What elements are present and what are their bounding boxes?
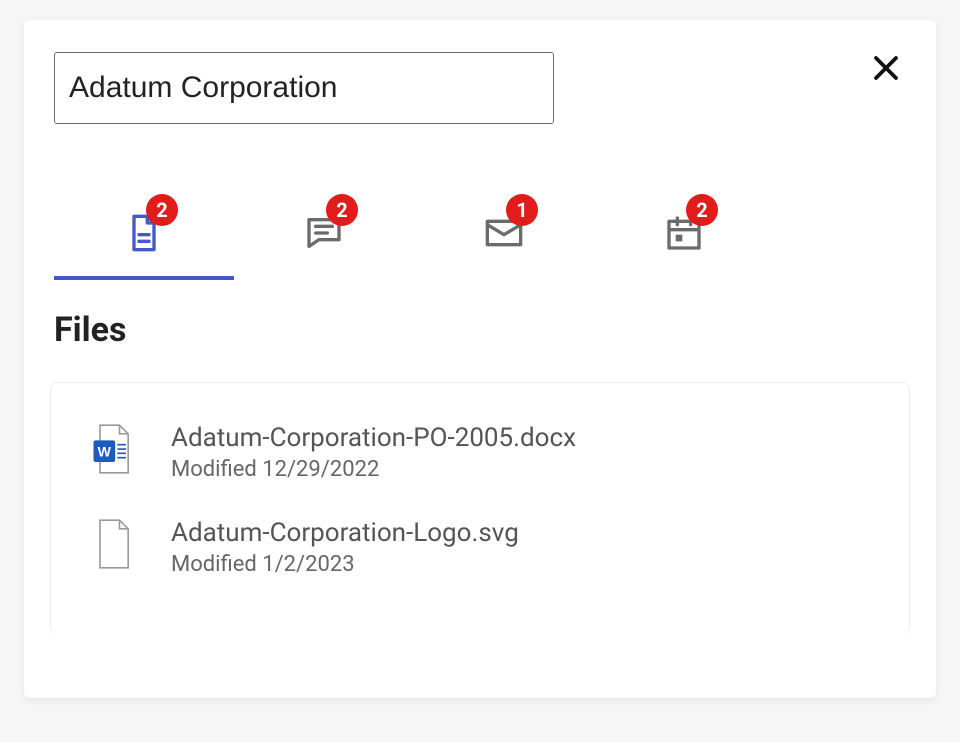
section-title: Files: [54, 310, 906, 350]
tab-mail-badge: 1: [506, 194, 538, 226]
file-meta: Adatum-Corporation-PO-2005.docx Modified…: [171, 423, 576, 482]
search-input[interactable]: [54, 52, 554, 124]
file-name: Adatum-Corporation-PO-2005.docx: [171, 423, 576, 453]
search-wrap: [54, 52, 906, 124]
tab-calendar[interactable]: 2: [594, 190, 774, 280]
close-button[interactable]: [868, 50, 904, 86]
search-panel: 2 2 1 2 Files: [24, 20, 936, 698]
word-file-icon: W: [87, 423, 139, 475]
tab-messages[interactable]: 2: [234, 190, 414, 280]
tab-files[interactable]: 2: [54, 190, 234, 280]
tab-calendar-badge: 2: [686, 194, 718, 226]
result-tabs: 2 2 1 2: [54, 190, 906, 280]
file-results: W Adatum-Corporation-PO-2005.docx Modifi…: [50, 382, 910, 635]
close-icon: [871, 53, 901, 83]
file-name: Adatum-Corporation-Logo.svg: [171, 518, 519, 548]
file-meta: Adatum-Corporation-Logo.svg Modified 1/2…: [171, 518, 519, 577]
file-modified: Modified 12/29/2022: [171, 457, 576, 482]
tab-files-badge: 2: [146, 194, 178, 226]
generic-file-icon: [87, 518, 139, 570]
file-row[interactable]: Adatum-Corporation-Logo.svg Modified 1/2…: [51, 500, 909, 595]
svg-text:W: W: [98, 444, 112, 460]
tab-messages-badge: 2: [326, 194, 358, 226]
file-modified: Modified 1/2/2023: [171, 552, 519, 577]
file-row[interactable]: W Adatum-Corporation-PO-2005.docx Modifi…: [51, 405, 909, 500]
tab-mail[interactable]: 1: [414, 190, 594, 280]
